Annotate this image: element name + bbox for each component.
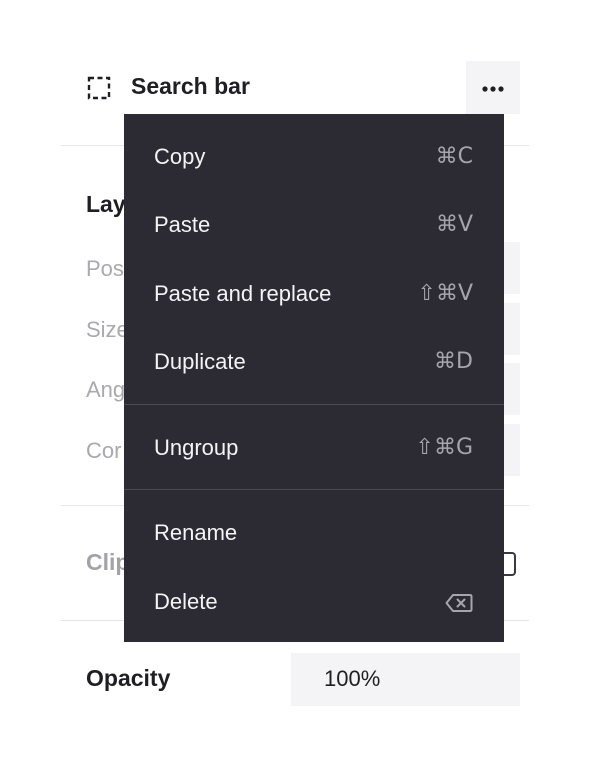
opacity-input[interactable]: 100% <box>291 653 520 706</box>
angle-field[interactable] <box>504 363 520 415</box>
menu-separator <box>124 404 504 405</box>
menu-item-delete[interactable]: Delete <box>124 567 504 635</box>
corner-label: Cor <box>86 438 122 463</box>
more-options-button[interactable] <box>466 61 520 114</box>
menu-item-shortcut: ⇧⌘V <box>417 281 473 306</box>
menu-item-paste[interactable]: Paste ⌘V <box>124 190 504 258</box>
menu-item-label: Duplicate <box>154 349 246 374</box>
clip-content-label: Clip <box>86 549 130 575</box>
menu-item-ungroup[interactable]: Ungroup ⇧⌘G <box>124 413 504 481</box>
corner-field[interactable] <box>504 424 520 476</box>
layout-section-label: Lay <box>86 191 126 217</box>
menu-item-copy[interactable]: Copy ⌘C <box>124 122 504 190</box>
menu-item-rename[interactable]: Rename <box>124 498 504 566</box>
menu-item-label: Copy <box>154 144 206 169</box>
menu-item-duplicate[interactable]: Duplicate ⌘D <box>124 327 504 395</box>
position-field[interactable] <box>504 242 520 294</box>
menu-item-shortcut: ⌘D <box>434 349 473 374</box>
panel-title: Search bar <box>131 73 250 99</box>
size-label: Size <box>86 317 129 342</box>
menu-item-label: Rename <box>154 520 238 545</box>
menu-item-label: Delete <box>154 589 218 614</box>
backspace-icon <box>445 593 473 613</box>
menu-item-shortcut: ⇧⌘G <box>415 435 473 460</box>
menu-item-label: Ungroup <box>154 435 239 460</box>
opacity-label: Opacity <box>86 665 171 691</box>
menu-item-label: Paste <box>154 212 211 237</box>
frame-select-icon <box>87 76 111 100</box>
menu-item-label: Paste and replace <box>154 281 332 306</box>
context-menu: Copy ⌘C Paste ⌘V Paste and replace ⇧⌘V D… <box>124 114 504 642</box>
stage: Search bar Lay Pos Size Ang Cor Clip Opa… <box>0 0 590 767</box>
position-label: Pos <box>86 256 124 281</box>
angle-label: Ang <box>86 377 126 402</box>
menu-item-shortcut: ⌘V <box>435 212 473 237</box>
menu-item-shortcut: ⌘C <box>435 144 473 169</box>
size-field[interactable] <box>504 303 520 355</box>
opacity-value: 100% <box>324 666 381 691</box>
menu-item-paste-and-replace[interactable]: Paste and replace ⇧⌘V <box>124 259 504 327</box>
more-horizontal-icon <box>482 79 504 97</box>
menu-separator <box>124 489 504 490</box>
